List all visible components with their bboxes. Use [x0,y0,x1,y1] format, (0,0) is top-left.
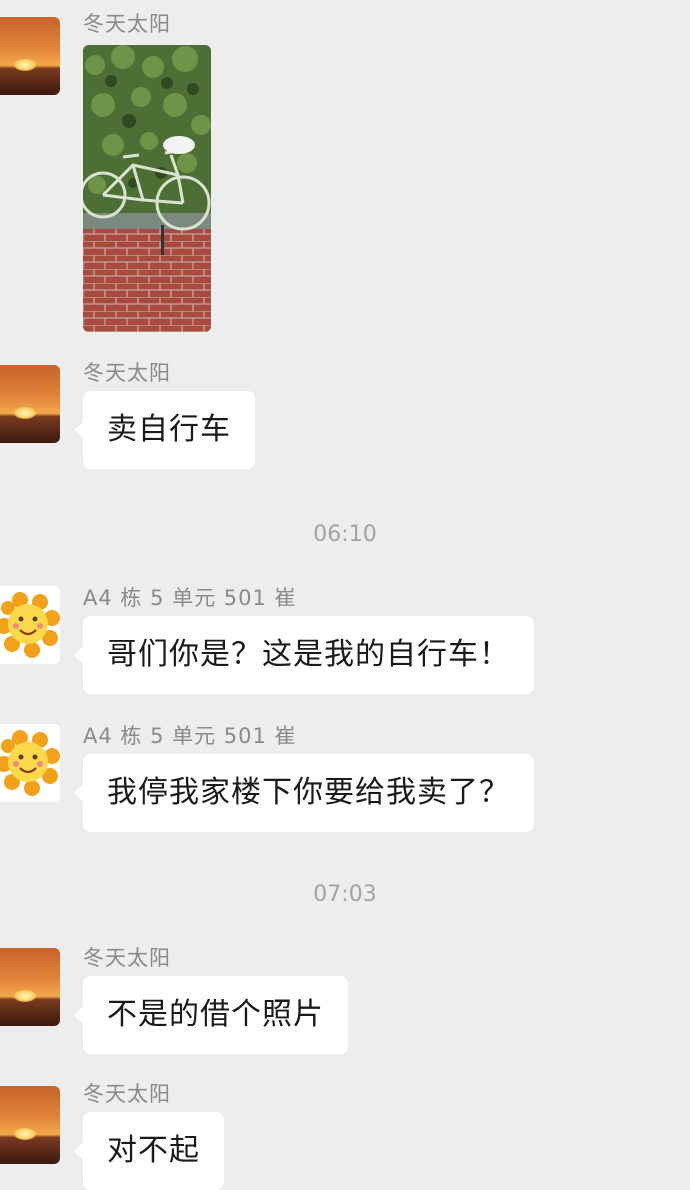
message-bubble[interactable]: 不是的借个照片 [74,976,348,1054]
sender-name: A4 栋 5 单元 501 崔 [83,586,297,610]
message-bubble[interactable]: 卖自行车 [74,391,255,469]
message-bubble[interactable]: 对不起 [74,1112,224,1190]
bicycle-photo[interactable] [83,45,211,332]
message-bubble[interactable]: 我停我家楼下你要给我卖了？ [74,754,534,832]
message-item: A4 栋 5 单元 501 崔 我停我家楼下你要给我卖了？ [0,716,690,836]
sender-name: 冬天太阳 [83,361,171,385]
bicycle-photo-icon [83,45,211,332]
avatar-sunset[interactable] [0,1086,60,1164]
timestamp: 06:10 [313,522,377,547]
avatar-sunset[interactable] [0,17,60,95]
sender-name: 冬天太阳 [83,946,171,970]
avatar-sunflower[interactable] [0,586,60,664]
sender-name: 冬天太阳 [83,12,171,36]
avatar-sunflower[interactable] [0,724,60,802]
sunflower-icon [0,730,60,796]
message-item: 冬天太阳 不是的借个照片 [0,940,690,1060]
timestamp: 07:03 [313,882,377,907]
message-item: 冬天太阳 卖自行车 [0,355,690,475]
avatar-sunset[interactable] [0,365,60,443]
message-item: 冬天太阳 对不起 [0,1076,690,1190]
sender-name: A4 栋 5 单元 501 崔 [83,724,297,748]
sender-name: 冬天太阳 [83,1082,171,1106]
avatar-sunset[interactable] [0,948,60,1026]
message-item: 冬天太阳 [0,0,690,340]
message-item: A4 栋 5 单元 501 崔 哥们你是？这是我的自行车！ [0,578,690,698]
chat-thread: 冬天太阳 冬天太阳 卖自行车 06:10 A4 栋 5 单元 501 崔 哥们你… [0,0,690,1190]
sunflower-icon [0,592,60,658]
message-bubble[interactable]: 哥们你是？这是我的自行车！ [74,616,534,694]
